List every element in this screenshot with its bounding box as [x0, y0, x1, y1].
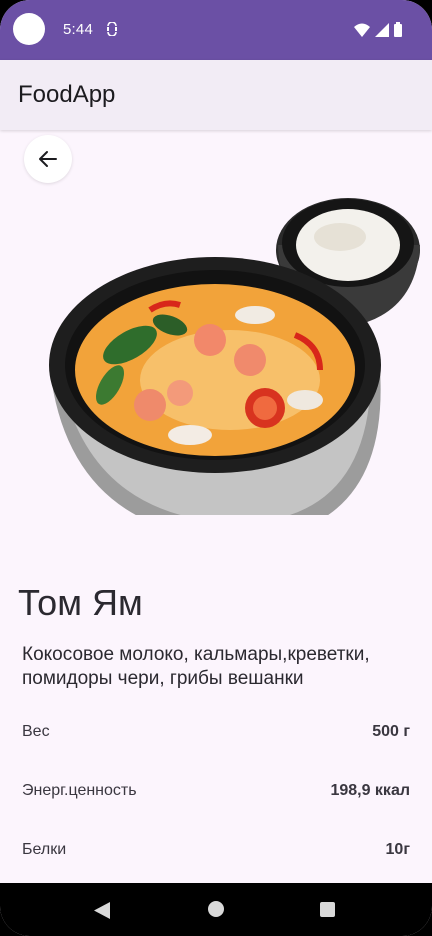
nutrition-label: Вес [22, 723, 50, 740]
status-time: 5:44 [63, 21, 93, 38]
nutrition-label: Энерг.ценность [22, 782, 137, 799]
nutrition-row-protein: Белки 10г [22, 838, 410, 862]
battery-icon [394, 22, 402, 37]
product-detail: Том Ям Кокосовое молоко, кальмары,кревет… [0, 130, 432, 883]
signal-icon [375, 22, 389, 37]
nav-recents-icon[interactable] [320, 902, 335, 917]
nutrition-row-weight: Вес 500 г [22, 720, 410, 744]
system-nav-bar [0, 883, 432, 936]
status-icons [354, 22, 402, 37]
app-title: FoodApp [18, 81, 116, 108]
phone-screen: 5:44 FoodApp Том Ям Кокосовое молоко, ка… [0, 0, 432, 936]
nav-back-icon[interactable] [94, 902, 110, 919]
nutrition-value: 10г [385, 841, 410, 858]
back-button[interactable] [24, 135, 72, 183]
dish-description: Кокосовое молоко, кальмары,креветки, пом… [22, 644, 370, 689]
nav-home-icon[interactable] [208, 901, 224, 917]
app-bar: FoodApp [0, 60, 432, 130]
nutrition-value: 198,9 ккал [330, 782, 410, 799]
arrow-left-icon [39, 151, 57, 167]
wifi-icon [354, 23, 370, 37]
sync-icon [107, 22, 117, 36]
camera-cutout [13, 13, 45, 45]
status-bar: 5:44 [0, 0, 432, 60]
dish-image [49, 198, 420, 515]
nutrition-label: Белки [22, 841, 67, 858]
nutrition-row-energy: Энерг.ценность 198,9 ккал [22, 779, 410, 803]
nutrition-value: 500 г [372, 723, 410, 740]
dish-name: Том Ям [18, 582, 143, 623]
